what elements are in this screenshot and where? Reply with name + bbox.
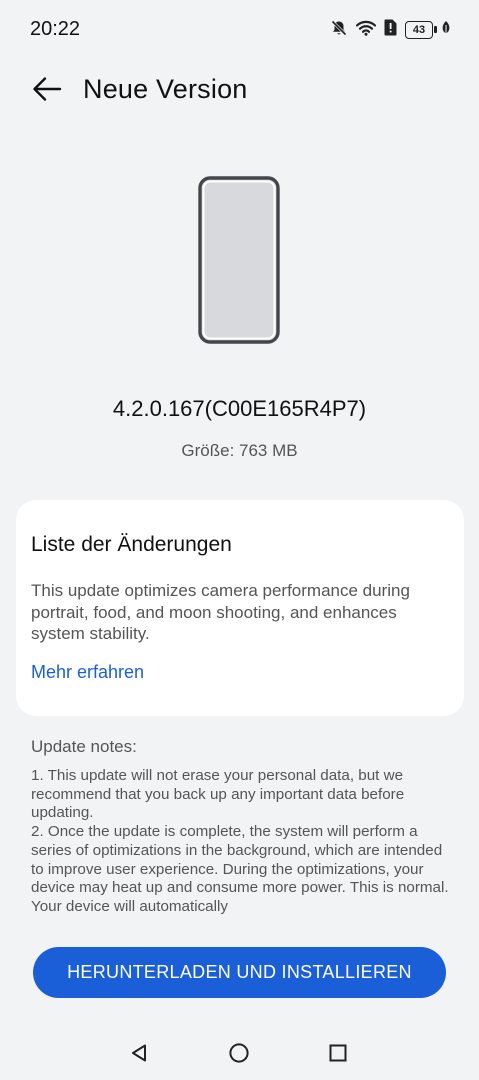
app-bar: Neue Version <box>0 66 479 114</box>
nav-recents-button[interactable] <box>325 1042 351 1068</box>
update-note-item: 1. This update will not erase your perso… <box>31 767 405 822</box>
update-size: Größe: 763 MB <box>181 441 298 460</box>
navigation-bar <box>0 1030 479 1080</box>
status-bar: 20:22 43 <box>0 0 479 60</box>
leaf-icon <box>441 20 451 41</box>
update-note-item: 2. Once the update is complete, the syst… <box>31 823 449 915</box>
update-notes-body: 1. This update will not erase your perso… <box>31 767 451 917</box>
wifi-icon <box>355 20 377 41</box>
back-triangle-icon <box>128 1042 150 1069</box>
nav-back-button[interactable] <box>126 1042 152 1068</box>
battery-icon: 43 <box>405 21 437 39</box>
changelog-card: Liste der Änderungen This update optimiz… <box>16 500 464 716</box>
status-time: 20:22 <box>30 18 81 40</box>
changelog-body: This update optimizes camera performance… <box>31 581 410 643</box>
update-notes-title: Update notes: <box>31 737 137 756</box>
update-notes[interactable]: Update notes: 1. This update will not er… <box>31 737 451 917</box>
back-button[interactable] <box>30 74 64 108</box>
version-number: 4.2.0.167(C00E165R4P7) <box>112 396 367 421</box>
bell-muted-icon <box>330 19 348 42</box>
recents-square-icon <box>327 1042 349 1069</box>
page-title: Neue Version <box>83 74 248 104</box>
nav-home-button[interactable] <box>226 1042 252 1068</box>
download-install-button[interactable]: HERUNTERLADEN UND INSTALLIEREN <box>33 947 446 998</box>
home-circle-icon <box>228 1042 250 1069</box>
status-icons: 43 <box>330 18 451 42</box>
arrow-left-icon <box>32 76 62 107</box>
update-screen: 20:22 43 Neue Version 4.2.0.167(C00E165R… <box>0 0 479 1080</box>
battery-level: 43 <box>412 24 426 36</box>
sim-alert-icon <box>384 19 397 41</box>
phone-outline-icon <box>198 176 280 344</box>
learn-more-link[interactable]: Mehr erfahren <box>31 662 144 683</box>
changelog-title: Liste der Änderungen <box>31 533 232 556</box>
